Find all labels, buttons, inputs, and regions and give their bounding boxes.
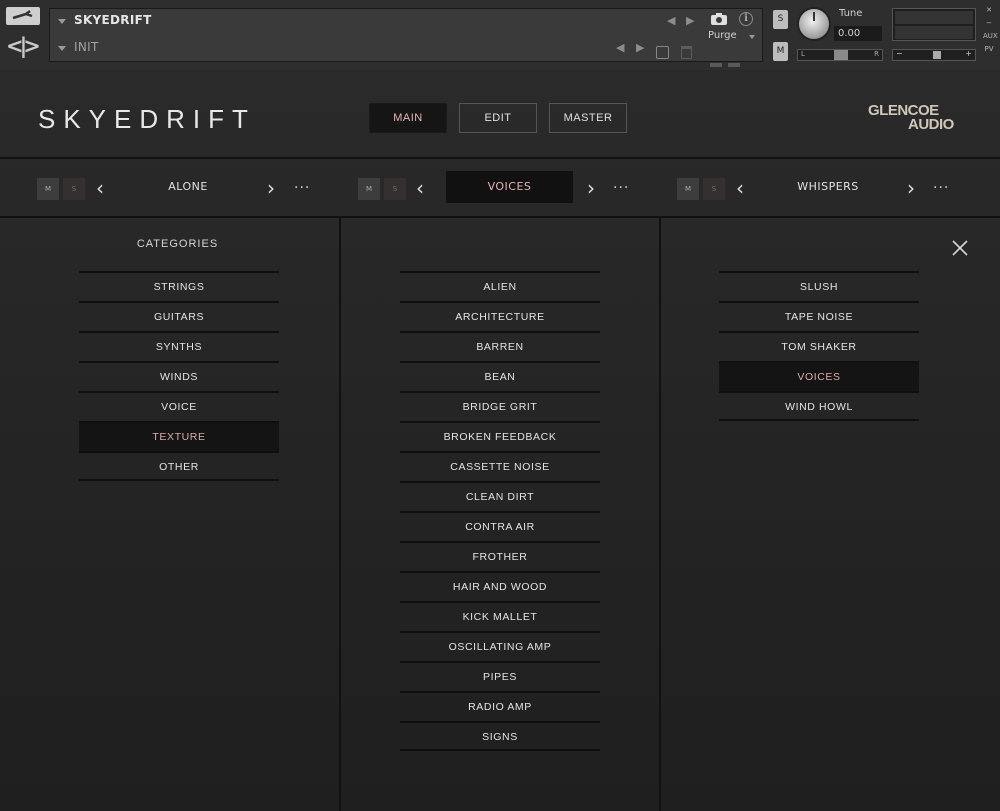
tune-knob[interactable] xyxy=(797,7,831,41)
snapshot-row: INIT ◀ ▶ xyxy=(50,36,762,63)
category-item[interactable]: WINDS xyxy=(79,361,279,391)
brand-logo: GLENCOE AUDIO xyxy=(868,103,954,133)
tune-value[interactable]: 0.00 xyxy=(834,26,882,41)
solo-button[interactable]: S xyxy=(773,10,788,29)
prev-instrument-arrow-icon[interactable]: ◀ xyxy=(667,14,675,27)
trash-icon[interactable] xyxy=(681,46,692,59)
kontakt-header: <|> SKYEDRIFT ◀ ▶ i INIT ◀ ▶ Purge S M T… xyxy=(0,0,1000,86)
subcategories-list: ALIEN ARCHITECTURE BARREN BEAN BRIDGE GR… xyxy=(400,271,600,751)
category-item[interactable]: VOICE xyxy=(79,391,279,421)
close-instrument-icon[interactable]: ✕ xyxy=(983,4,995,17)
subcategory-item[interactable]: ALIEN xyxy=(400,271,600,301)
category-item[interactable]: STRINGS xyxy=(79,271,279,301)
subcategory-item[interactable]: BARREN xyxy=(400,331,600,361)
brand-line-2: AUDIO xyxy=(908,116,954,133)
collapse-triangle-icon[interactable] xyxy=(58,19,66,24)
categories-title: CATEGORIES xyxy=(136,238,219,250)
minimize-instrument-icon[interactable]: − xyxy=(983,17,995,30)
tab-master[interactable]: MASTER xyxy=(549,103,627,133)
subcategory-item[interactable]: PIPES xyxy=(400,661,600,691)
subcategory-item[interactable]: KICK MALLET xyxy=(400,601,600,631)
sample-item[interactable]: TAPE NOISE xyxy=(719,301,919,331)
categories-column: CATEGORIES STRINGS GUITARS SYNTHS WINDS … xyxy=(0,218,339,811)
subcategory-item[interactable]: BROKEN FEEDBACK xyxy=(400,421,600,451)
sample-item-selected[interactable]: VOICES xyxy=(719,361,919,391)
divider xyxy=(0,157,1000,159)
subcategory-item[interactable]: OSCILLATING AMP xyxy=(400,631,600,661)
layer-3-mute-button[interactable]: M xyxy=(677,178,699,200)
samples-list: SLUSH TAPE NOISE TOM SHAKER VOICES WIND … xyxy=(719,271,919,421)
category-item[interactable]: GUITARS xyxy=(79,301,279,331)
pan-slider[interactable]: L R xyxy=(797,49,883,61)
layer-3-more-icon[interactable]: ··· xyxy=(933,180,949,196)
instrument-header-box: SKYEDRIFT ◀ ▶ i INIT ◀ ▶ Purge xyxy=(49,8,763,86)
subcategory-item[interactable]: HAIR AND WOOD xyxy=(400,571,600,601)
subcategory-item[interactable]: FROTHER xyxy=(400,541,600,571)
category-item[interactable]: OTHER xyxy=(79,451,279,481)
subcategory-item[interactable]: SIGNS xyxy=(400,721,600,751)
tune-label: Tune xyxy=(839,8,863,19)
layer-3-prev-icon[interactable]: ‹ xyxy=(736,176,744,200)
layer-3-name[interactable]: WHISPERS xyxy=(766,171,890,203)
wrench-icon[interactable] xyxy=(6,7,40,25)
purge-menu[interactable]: Purge xyxy=(708,30,737,41)
pan-right-label: R xyxy=(874,50,879,58)
tab-edit[interactable]: EDIT xyxy=(459,103,537,133)
categories-list: STRINGS GUITARS SYNTHS WINDS VOICE TEXTU… xyxy=(79,271,279,481)
side-controls: ✕ − AUX PV xyxy=(983,4,998,56)
mute-button[interactable]: M xyxy=(773,42,788,61)
subcategory-item[interactable]: CONTRA AIR xyxy=(400,511,600,541)
close-browser-icon[interactable] xyxy=(950,238,970,258)
layer-3-next-icon[interactable]: › xyxy=(907,176,915,200)
prev-snapshot-arrow-icon[interactable]: ◀ xyxy=(616,41,624,54)
volume-minus-label: − xyxy=(896,49,903,58)
snapshot-menu-triangle-icon[interactable] xyxy=(58,46,66,51)
next-instrument-arrow-icon[interactable]: ▶ xyxy=(686,14,694,27)
layer-3-solo-button[interactable]: S xyxy=(703,178,725,200)
volume-plus-label: + xyxy=(965,49,972,58)
sample-item[interactable]: SLUSH xyxy=(719,271,919,301)
subcategories-column: ALIEN ARCHITECTURE BARREN BEAN BRIDGE GR… xyxy=(339,218,659,811)
volume-slider[interactable]: − + xyxy=(892,49,976,61)
category-item[interactable]: SYNTHS xyxy=(79,331,279,361)
pan-left-label: L xyxy=(801,50,805,58)
subcategory-item[interactable]: BEAN xyxy=(400,361,600,391)
volume-handle[interactable] xyxy=(933,51,941,59)
aux-button[interactable]: AUX xyxy=(983,30,998,43)
instrument-row: SKYEDRIFT ◀ ▶ i xyxy=(50,9,762,36)
subcategory-item[interactable]: BRIDGE GRIT xyxy=(400,391,600,421)
subcategory-item[interactable]: ARCHITECTURE xyxy=(400,301,600,331)
sample-item[interactable]: WIND HOWL xyxy=(719,391,919,421)
subcategory-item[interactable]: RADIO AMP xyxy=(400,691,600,721)
layer-slot-3: M S ‹ WHISPERS › ··· xyxy=(0,171,1000,203)
tab-main[interactable]: MAIN xyxy=(369,103,447,133)
pan-handle[interactable] xyxy=(834,50,848,60)
category-item-selected[interactable]: TEXTURE xyxy=(79,421,279,451)
info-icon[interactable]: i xyxy=(739,12,753,26)
instrument-panel: SKYEDRIFT MAIN EDIT MASTER GLENCOE AUDIO… xyxy=(0,70,1000,811)
purge-dropdown-icon[interactable] xyxy=(749,35,755,39)
camera-icon[interactable] xyxy=(710,12,728,26)
pv-button[interactable]: PV xyxy=(983,43,995,56)
subcategory-item[interactable]: CLEAN DIRT xyxy=(400,481,600,511)
instrument-name[interactable]: SKYEDRIFT xyxy=(74,13,152,27)
subcategory-item[interactable]: CASSETTE NOISE xyxy=(400,451,600,481)
samples-column: SLUSH TAPE NOISE TOM SHAKER VOICES WIND … xyxy=(659,218,1000,811)
save-icon[interactable] xyxy=(656,46,669,59)
product-logo: SKYEDRIFT xyxy=(38,104,256,134)
snapshot-name[interactable]: INIT xyxy=(74,40,99,54)
ki-logo-icon: <|> xyxy=(6,34,41,58)
next-snapshot-arrow-icon[interactable]: ▶ xyxy=(636,41,644,54)
sample-item[interactable]: TOM SHAKER xyxy=(719,331,919,361)
level-meter xyxy=(892,8,976,41)
